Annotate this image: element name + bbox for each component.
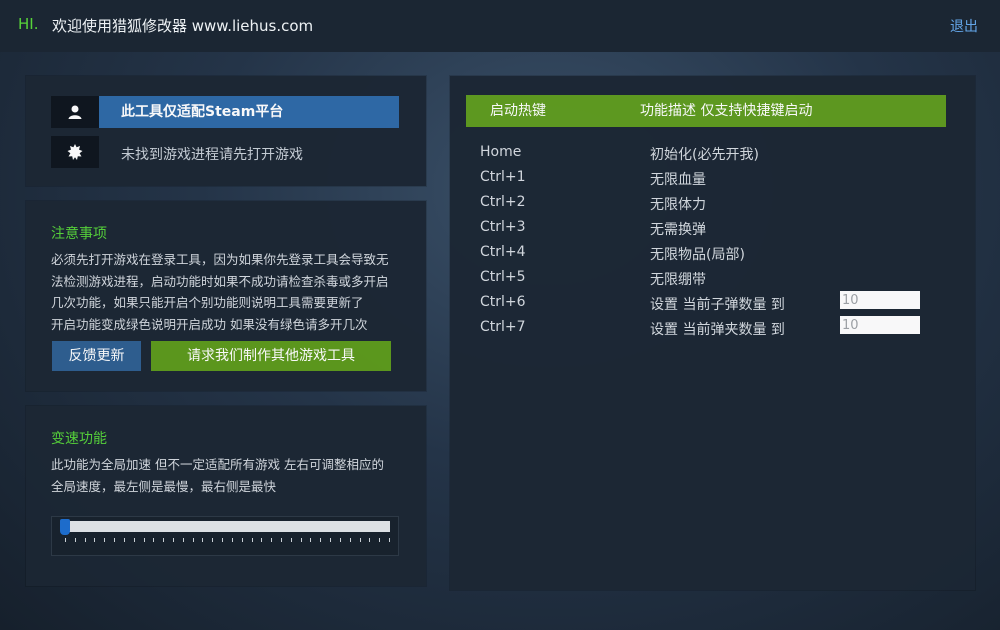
slider-tick <box>350 538 351 542</box>
exit-link[interactable]: 退出 <box>950 16 978 36</box>
steam-notice: 此工具仅适配Steam平台 <box>99 96 399 128</box>
slider-tick <box>310 538 311 542</box>
hotkey-row[interactable]: Ctrl+1 无限血量 <box>480 169 940 194</box>
hotkeys-panel: 启动热键 功能描述 仅支持快捷键启动 Home 初始化(必先开我) Ctrl+1 无限… <box>450 76 975 590</box>
hotkey-key: Home <box>480 144 522 160</box>
header-hotkey: 启动热键 <box>490 103 546 119</box>
user-icon <box>51 96 99 128</box>
hotkey-row[interactable]: Ctrl+3 无需换弹 <box>480 219 940 244</box>
slider-tick <box>320 538 321 542</box>
status-panel: 此工具仅适配Steam平台 未找到游戏进程请先打开游戏 <box>26 76 426 186</box>
header-description: 功能描述 仅支持快捷键启动 <box>640 103 813 119</box>
hotkey-key: Ctrl+3 <box>480 219 526 235</box>
title-bar: HI. 欢迎使用猎狐修改器 www.liehus.com 退出 <box>0 0 1000 52</box>
notes-line: 法检测游戏进程，启动功能时如果不成功请检查杀毒或多开启 <box>51 273 389 289</box>
slider-ticks <box>65 538 390 544</box>
slider-tick <box>94 538 95 542</box>
slider-tick <box>153 538 154 542</box>
hotkey-key: Ctrl+5 <box>480 269 526 285</box>
hotkey-key: Ctrl+2 <box>480 194 526 210</box>
notes-panel: 注意事项 必须先打开游戏在登录工具，因为如果你先登录工具会导致无 法检测游戏进程… <box>26 201 426 391</box>
speed-title: 变速功能 <box>51 431 107 447</box>
notes-text: 必须先打开游戏在登录工具，因为如果你先登录工具会导致无 法检测游戏进程，启动功能… <box>51 249 411 335</box>
slider-tick <box>340 538 341 542</box>
hotkey-key: Ctrl+4 <box>480 244 526 260</box>
notes-title: 注意事项 <box>51 226 107 242</box>
hotkey-description: 无限血量 <box>650 172 706 188</box>
hotkey-description: 无限物品(局部) <box>650 247 745 263</box>
speed-panel: 变速功能 此功能为全局加速 但不一定适配所有游戏 左右可调整相应的 全局速度，最… <box>26 406 426 586</box>
gear-icon <box>51 136 99 168</box>
slider-tick <box>271 538 272 542</box>
notes-line: 几次功能，如果只能开启个别功能则说明工具需要更新了 <box>51 295 364 310</box>
hotkey-row[interactable]: Home 初始化(必先开我) <box>480 144 940 169</box>
speed-slider[interactable] <box>51 516 399 556</box>
slider-tick <box>124 538 125 542</box>
slider-tick <box>360 538 361 542</box>
welcome-text: 欢迎使用猎狐修改器 www.liehus.com <box>52 17 314 35</box>
hotkey-row[interactable]: Ctrl+4 无限物品(局部) <box>480 244 940 269</box>
hotkeys-header: 启动热键 功能描述 仅支持快捷键启动 <box>466 95 946 127</box>
slider-tick <box>85 538 86 542</box>
slider-tick <box>301 538 302 542</box>
slider-handle[interactable] <box>60 519 70 535</box>
hotkey-key: Ctrl+1 <box>480 169 526 185</box>
slider-tick <box>222 538 223 542</box>
slider-tick <box>183 538 184 542</box>
speed-line: 全局速度，最左侧是最慢，最右侧是最快 <box>51 478 277 494</box>
slider-tick <box>369 538 370 542</box>
speed-line: 此功能为全局加速 但不一定适配所有游戏 左右可调整相应的 <box>51 457 384 472</box>
speed-text: 此功能为全局加速 但不一定适配所有游戏 左右可调整相应的 全局速度，最左侧是最慢… <box>51 454 411 497</box>
hotkey-key: Ctrl+7 <box>480 319 526 335</box>
slider-tick <box>291 538 292 542</box>
slider-tick <box>144 538 145 542</box>
notes-line: 开启功能变成绿色说明开启成功 如果没有绿色请多开几次 <box>51 316 368 332</box>
notes-line: 必须先打开游戏在登录工具，因为如果你先登录工具会导致无 <box>51 252 389 267</box>
feedback-button[interactable]: 反馈更新 <box>52 341 141 371</box>
hotkey-description: 无需换弹 <box>650 222 706 238</box>
slider-tick <box>379 538 380 542</box>
hotkey-row[interactable]: Ctrl+7 设置 当前弹夹数量 到 <box>480 316 940 344</box>
slider-tick <box>134 538 135 542</box>
slider-tick <box>330 538 331 542</box>
hotkey-row[interactable]: Ctrl+2 无限体力 <box>480 194 940 219</box>
hotkey-description: 设置 当前弹夹数量 到 <box>650 322 785 338</box>
slider-tick <box>173 538 174 542</box>
slider-tick <box>104 538 105 542</box>
slider-tick <box>261 538 262 542</box>
hotkey-value-input[interactable] <box>840 316 920 334</box>
hotkey-key: Ctrl+6 <box>480 294 526 310</box>
slider-tick <box>163 538 164 542</box>
slider-tick <box>193 538 194 542</box>
hotkey-description: 无限绷带 <box>650 272 706 288</box>
slider-tick <box>65 538 66 542</box>
slider-tick <box>281 538 282 542</box>
hi-label: HI. <box>18 15 39 33</box>
slider-tick <box>202 538 203 542</box>
slider-tick <box>75 538 76 542</box>
slider-tick <box>252 538 253 542</box>
slider-tick <box>114 538 115 542</box>
hotkey-value-input[interactable] <box>840 291 920 309</box>
hotkey-description: 设置 当前子弹数量 到 <box>650 297 785 313</box>
slider-tick <box>232 538 233 542</box>
process-status: 未找到游戏进程请先打开游戏 <box>121 147 303 163</box>
slider-tick <box>242 538 243 542</box>
slider-tick <box>389 538 390 542</box>
request-tool-button[interactable]: 请求我们制作其他游戏工具 <box>151 341 391 371</box>
hotkey-description: 初始化(必先开我) <box>650 147 759 163</box>
slider-tick <box>212 538 213 542</box>
hotkey-description: 无限体力 <box>650 197 706 213</box>
slider-track[interactable] <box>64 521 390 532</box>
